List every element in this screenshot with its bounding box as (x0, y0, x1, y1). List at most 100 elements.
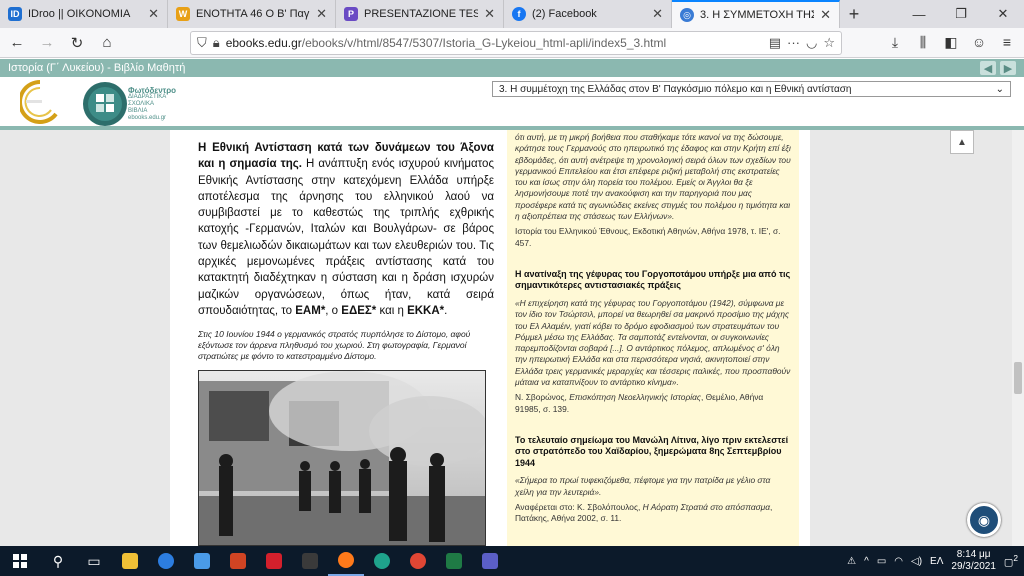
citation-author: Ν. Σβορώνος, (515, 392, 570, 403)
lock-icon[interactable]: 🔒︎ (213, 35, 220, 51)
tray-chevron-up-icon[interactable]: ^ (864, 556, 869, 567)
accessibility-eye-icon[interactable]: ◉ (967, 503, 1001, 537)
mail-icon[interactable] (292, 546, 328, 576)
term-link-ekka[interactable]: ΕΚΚΑ* (407, 305, 444, 317)
reader-view-icon[interactable]: ▤ (769, 35, 781, 51)
close-tab-icon[interactable]: ✕ (820, 7, 831, 23)
source-citation: Ιστορία του Ελληνικού Έθνους, Εκδοτική Α… (515, 226, 781, 248)
language-indicator[interactable]: ΕΛ (930, 556, 943, 567)
source-citation: Ν. Σβορώνος, Επισκόπηση Νεοελληνικής Ιστ… (515, 392, 791, 415)
store-icon[interactable] (184, 546, 220, 576)
minimize-window-icon[interactable]: — (898, 0, 940, 28)
close-window-icon[interactable]: ✕ (982, 0, 1024, 28)
scroll-to-top-button[interactable]: ▲ (950, 130, 974, 154)
close-tab-icon[interactable]: ✕ (316, 6, 327, 22)
site-header: Φωτόδεντρο ΔΙΑΔΡΑΣΤΙΚΑ ΣΧΟΛΙΚΑ ΒΙΒΛΙΑ eb… (0, 77, 1024, 130)
chevron-up-icon: ▲ (957, 136, 967, 148)
next-page-arrow-icon[interactable]: ▶ (1000, 61, 1016, 75)
close-tab-icon[interactable]: ✕ (652, 6, 663, 22)
task-view-icon[interactable]: ▭ (76, 546, 112, 576)
file-explorer-icon[interactable] (112, 546, 148, 576)
more-actions-icon[interactable]: ··· (787, 35, 800, 50)
chapter-select-value: 3. Η συμμέτοχη της Ελλάδας στον Β' Παγκό… (499, 83, 852, 95)
chrome-icon[interactable] (400, 546, 436, 576)
litinas-quote: «Σήμερα το πρωί τυφεκιζόμεθα, πέφτομε γι… (515, 475, 771, 497)
citation-title: Η Αόρατη Στρατιά στο απόσπασμα (642, 502, 771, 513)
logo-subtitle: ΔΙΑΔΡΑΣΤΙΚΑ ΣΧΟΛΙΚΑ ΒΙΒΛΙΑ (128, 94, 166, 114)
previous-page-arrow-icon[interactable]: ◀ (980, 61, 996, 75)
pocket-icon[interactable]: ◡ (806, 35, 817, 51)
address-bar[interactable]: ⛉ 🔒︎ ebooks.edu.gr/ebooks/v/html/8547/53… (190, 30, 842, 55)
photodentro-logo-text: Φωτόδεντρο ΔΙΑΔΡΑΣΤΙΚΑ ΣΧΟΛΙΚΑ ΒΙΒΛΙΑ eb… (128, 87, 176, 122)
windows-start-button[interactable] (0, 546, 40, 576)
ebooks-favicon-icon: ◎ (680, 8, 694, 22)
notifications-icon[interactable]: ▢2 (1004, 553, 1018, 568)
new-tab-plus-icon[interactable]: + (840, 0, 868, 28)
idroo-favicon-icon: ID (8, 7, 22, 21)
book-title-bar: Ιστορία (Γ΄ Λυκείου) - Βιβλίο Μαθητή ◀ ▶ (0, 59, 1024, 77)
download-icon[interactable]: ⤓ (884, 34, 906, 51)
term-link-eam[interactable]: ΕΑΜ* (295, 305, 325, 317)
edge-legacy-icon[interactable] (148, 546, 184, 576)
citation-title: Επισκόπηση Νεοελληνικής Ιστορίας (569, 392, 701, 403)
acrobat-icon[interactable] (256, 546, 292, 576)
user-alert-icon[interactable]: ⚠ (847, 556, 856, 567)
text-separator: , ο (325, 304, 342, 317)
facebook-favicon-icon: f (512, 7, 526, 21)
gorgopotamos-quote: «Η επιχείρηση κατά της γέφυρας του Γοργο… (515, 297, 791, 388)
teams-icon[interactable] (472, 546, 508, 576)
page-scrollbar[interactable] (1012, 130, 1024, 546)
tab-idroo[interactable]: ID IDroo || OIKONOMIA ✕ (0, 0, 168, 28)
tab-presentazione[interactable]: P PRESENTAZIONE TESINA2.ppt | ✕ (336, 0, 504, 28)
scrollbar-thumb[interactable] (1014, 362, 1022, 394)
churchill-quote: ότι αυτή, με τη μικρή βοήθεια που σταθήκ… (515, 132, 791, 222)
account-icon[interactable]: ☺ (968, 34, 990, 51)
windows-logo-icon (13, 554, 27, 568)
chapter-select[interactable]: 3. Η συμμέτοχη της Ελλάδας στον Β' Παγκό… (492, 81, 1011, 97)
tab-title: ΕΝΟΤΗΤΑ 46 Ο Β' Παγκόσμιος (196, 8, 310, 20)
forward-arrow-icon[interactable]: → (34, 30, 60, 56)
back-arrow-icon[interactable]: ← (4, 30, 30, 56)
shield-icon[interactable]: ⛉ (197, 35, 207, 51)
tab-title: 3. Η ΣΥΜΜΕΤΟΧΗ ΤΗΣ ΕΛΛΑΔ (700, 9, 814, 21)
clock[interactable]: 8:14 μμ 29/3/2021 (951, 549, 996, 573)
distomo-photo (198, 370, 486, 546)
firefox-icon[interactable] (328, 546, 364, 576)
photodentro-logo-icon (83, 82, 127, 126)
text-separator: . (444, 304, 448, 317)
close-tab-icon[interactable]: ✕ (148, 6, 159, 22)
excel-icon[interactable] (436, 546, 472, 576)
battery-icon[interactable]: ▭ (877, 556, 886, 567)
intro-paragraph: Η Εθνική Αντίσταση κατά των δυνάμεων του… (198, 140, 494, 319)
restore-window-icon[interactable]: ❐ (940, 0, 982, 28)
term-link-edes[interactable]: ΕΔΕΣ* (341, 305, 376, 317)
edge-icon[interactable] (364, 546, 400, 576)
tab-enotita[interactable]: W ΕΝΟΤΗΤΑ 46 Ο Β' Παγκόσμιος ✕ (168, 0, 336, 28)
url-path: /ebooks/v/html/8547/5307/Istoria_G-Lykei… (301, 35, 667, 50)
bookmark-star-icon[interactable]: ☆ (823, 35, 835, 51)
powerpoint-icon[interactable] (220, 546, 256, 576)
photo-caption: Στις 10 Ιουνίου 1944 ο γερμανικός στρατό… (198, 329, 471, 362)
library-icon[interactable]: ⫼ (912, 34, 934, 51)
tab-facebook[interactable]: f (2) Facebook ✕ (504, 0, 672, 28)
logo-url: ebooks.edu.gr (128, 115, 167, 121)
wifi-icon[interactable]: ◠ (894, 556, 903, 567)
sidebar-icon[interactable]: ◧ (940, 34, 962, 51)
book-content-area: Η Εθνική Αντίσταση κατά των δυνάμεων του… (0, 130, 1012, 546)
url-domain: ebooks.edu.gr (225, 35, 302, 50)
sources-sidebar: ότι αυτή, με τη μικρή βοήθεια που σταθήκ… (507, 130, 799, 546)
source-citation: Αναφέρεται στο: Κ. Σβολόπουλος, Η Αόρατη… (515, 502, 791, 525)
reload-icon[interactable]: ↻ (64, 30, 90, 56)
url-text[interactable]: ebooks.edu.gr/ebooks/v/html/8547/5307/Is… (226, 36, 763, 50)
citation-author: Αναφέρεται στο: Κ. Σβολόπουλος, (515, 502, 643, 513)
browser-tab-bar: ID IDroo || OIKONOMIA ✕ W ΕΝΟΤΗΤΑ 46 Ο Β… (0, 0, 1024, 28)
tab-active-ebook[interactable]: ◎ 3. Η ΣΥΜΜΕΤΟΧΗ ΤΗΣ ΕΛΛΑΔ ✕ (672, 0, 840, 28)
home-icon[interactable]: ⌂ (94, 30, 120, 56)
taskbar-search-icon[interactable]: ⚲ (40, 546, 76, 576)
volume-icon[interactable]: ◁) (911, 556, 922, 567)
menu-icon[interactable]: ≡ (996, 34, 1018, 51)
tab-title: IDroo || OIKONOMIA (28, 8, 131, 20)
close-tab-icon[interactable]: ✕ (484, 6, 495, 22)
system-tray: ⚠ ^ ▭ ◠ ◁) ΕΛ 8:14 μμ 29/3/2021 ▢2 (847, 549, 1024, 573)
breadcrumb: Ιστορία (Γ΄ Λυκείου) - Βιβλίο Μαθητή (8, 62, 186, 74)
